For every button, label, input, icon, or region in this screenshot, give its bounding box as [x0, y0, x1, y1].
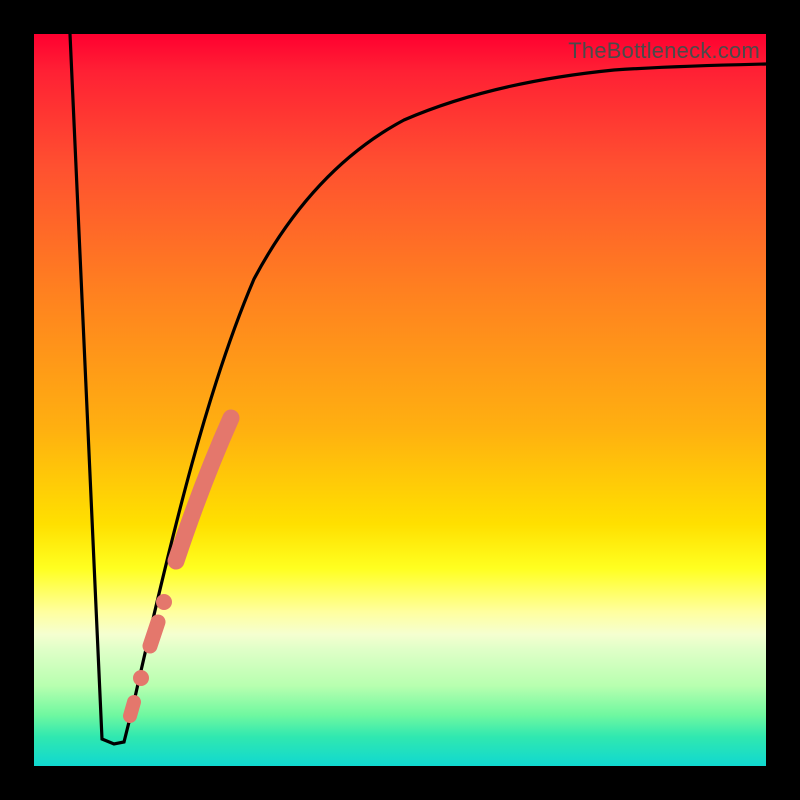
watermark-text: TheBottleneck.com	[568, 38, 760, 64]
chart-frame: TheBottleneck.com	[0, 0, 800, 800]
bottleneck-curve	[70, 34, 766, 744]
chart-svg	[34, 34, 766, 766]
highlight-overlay	[130, 418, 231, 716]
